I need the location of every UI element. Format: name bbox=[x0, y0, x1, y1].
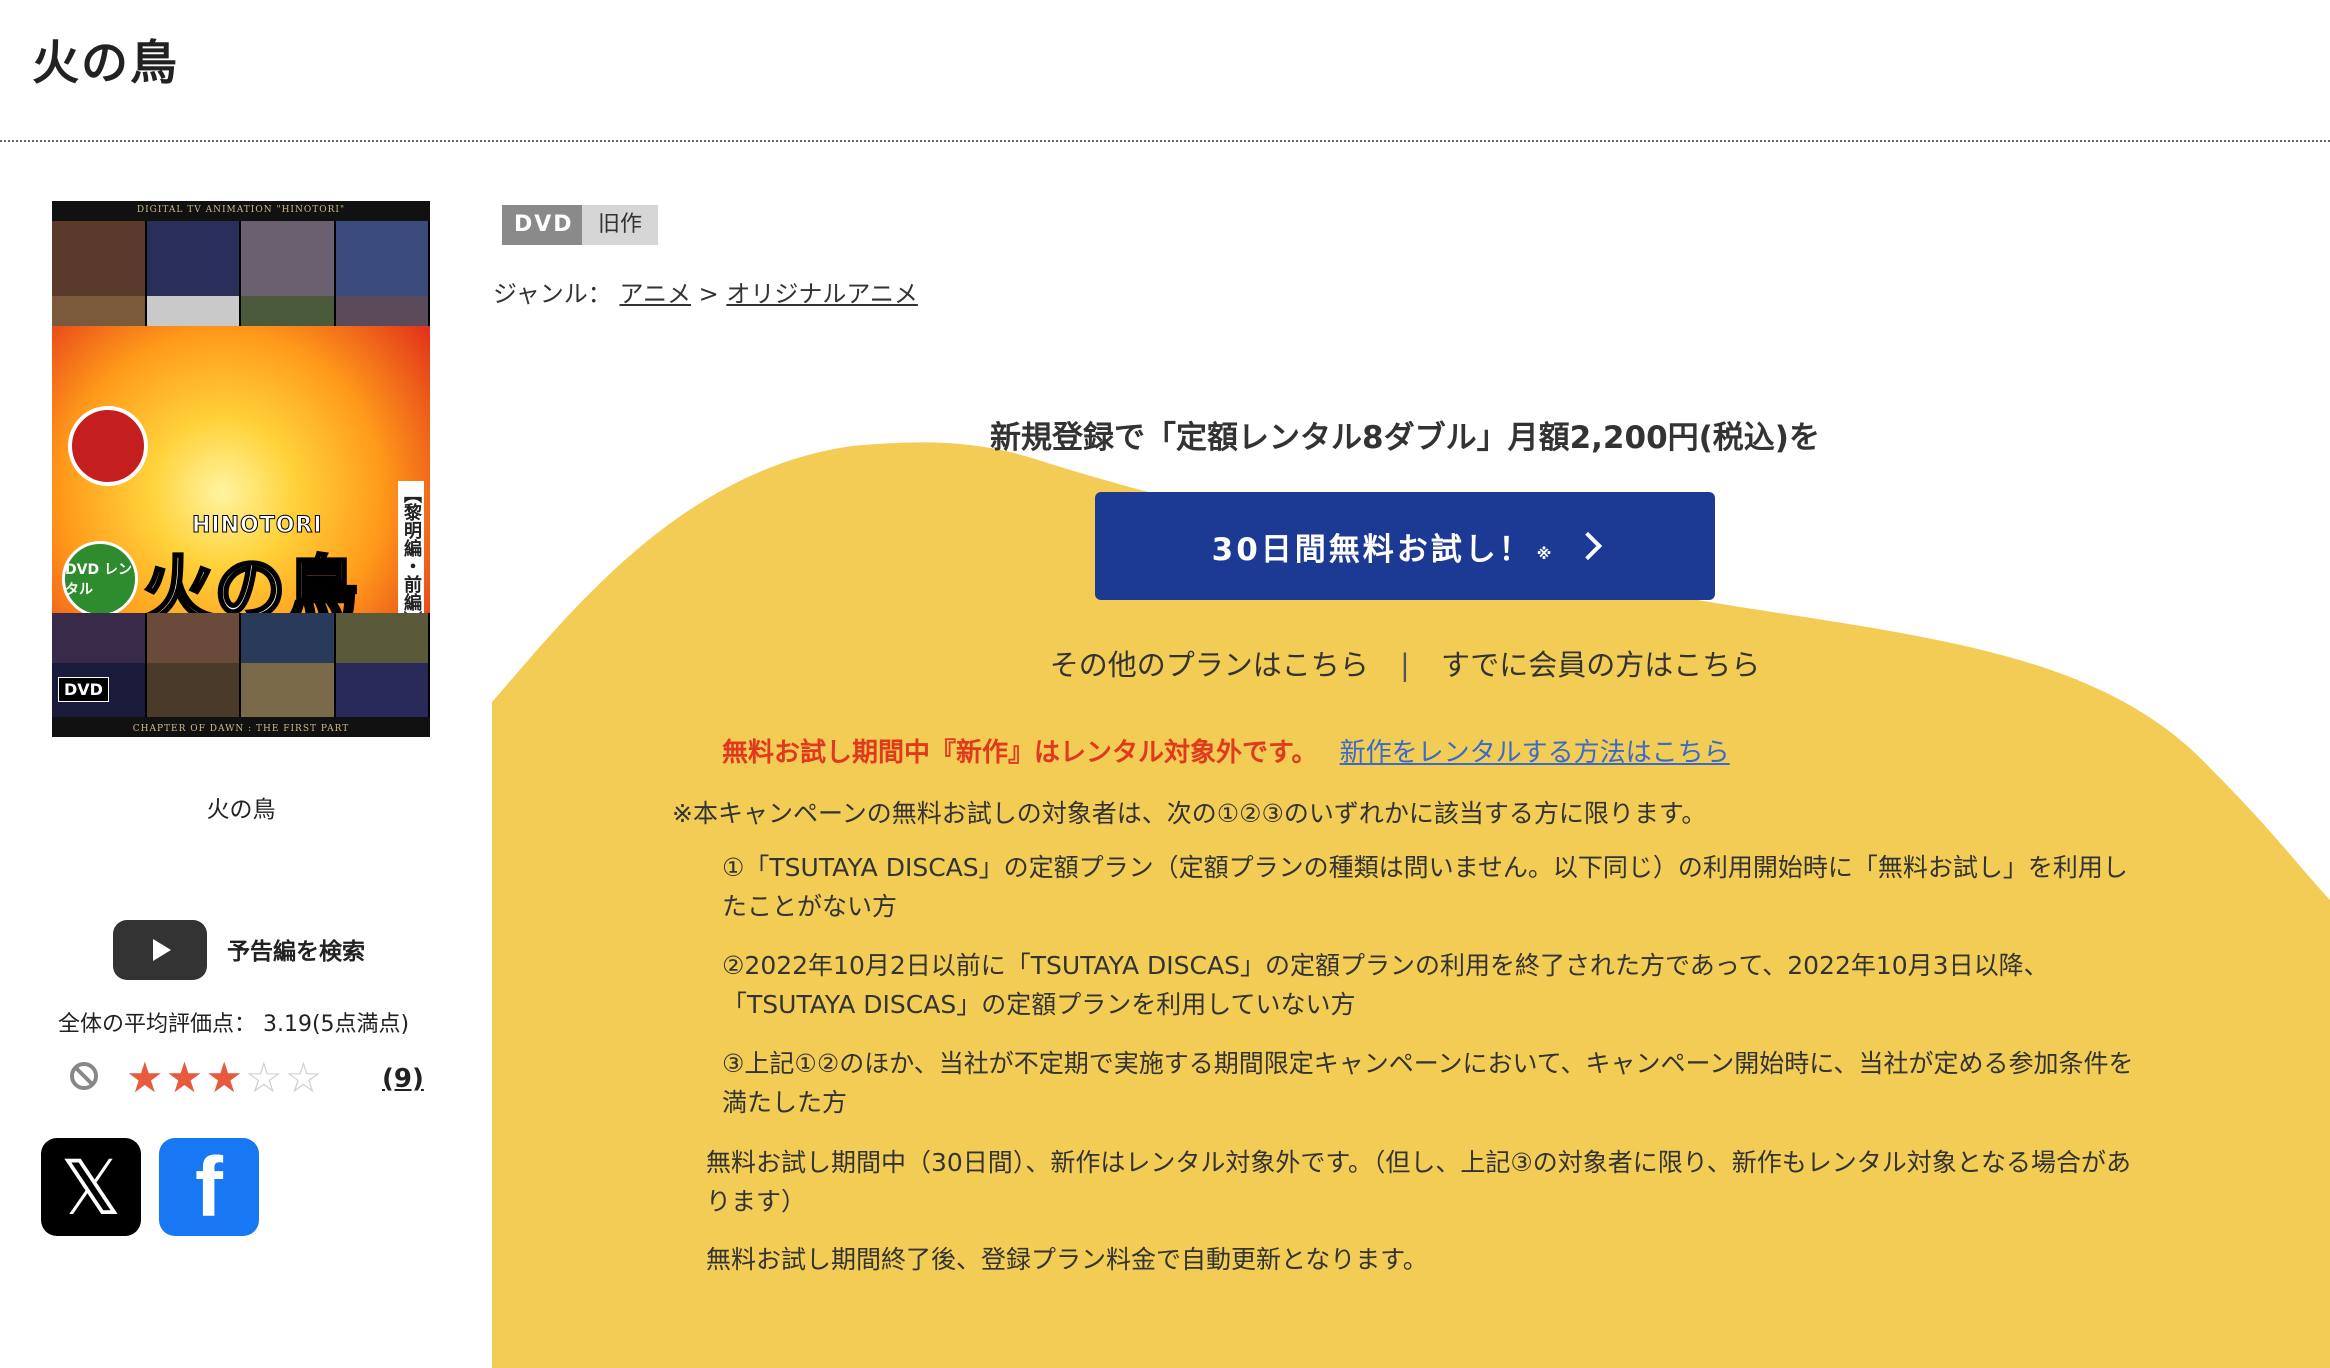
genre-link-anime[interactable]: アニメ bbox=[619, 280, 691, 308]
phoenix-emblem-icon bbox=[68, 406, 148, 486]
dvd-logo-icon: DVD bbox=[58, 677, 109, 702]
star-icon[interactable]: ☆ bbox=[245, 1054, 283, 1102]
condition-item-3: ③上記①②のほか、当社が不定期で実施する期間限定キャンペーンにおいて、キャンペー… bbox=[722, 1049, 2134, 1117]
star-icon[interactable]: ☆ bbox=[285, 1054, 323, 1102]
page-title: 火の鳥 bbox=[32, 36, 179, 91]
condition-item-2: ②2022年10月2日以前に「TSUTAYA DISCAS」の定額プランの利用を… bbox=[722, 951, 2049, 1019]
status-tag: 旧作 bbox=[582, 205, 658, 245]
cover-strip-top bbox=[52, 221, 430, 301]
new-release-warning: 無料お試し期間中『新作』はレンタル対象外です。 新作をレンタルする方法はこちら bbox=[722, 732, 1730, 769]
cover-image[interactable]: DIGITAL TV ANIMATION "HINOTORI" 【黎明編・前編】… bbox=[52, 201, 430, 737]
facebook-share-button[interactable]: f bbox=[159, 1138, 259, 1236]
condition-item-1: ①「TSUTAYA DISCAS」の定額プラン（定額プランの種類は問いません。以… bbox=[722, 853, 2128, 921]
members-link[interactable]: すでに会員の方はこちら bbox=[1441, 648, 1760, 682]
rental-badge: DVD レンタル bbox=[62, 541, 138, 617]
genre-breadcrumb: ジャンル： アニメ > オリジナルアニメ bbox=[493, 274, 918, 309]
x-logo-icon: 𝕏 bbox=[60, 1142, 122, 1232]
review-count-link[interactable]: (9) bbox=[382, 1064, 424, 1094]
cover-caption: 火の鳥 bbox=[206, 797, 276, 823]
facebook-logo-icon: f bbox=[195, 1140, 223, 1234]
trailer-play-button[interactable] bbox=[113, 920, 207, 980]
note-mark: ※ bbox=[1536, 545, 1555, 563]
star-icon[interactable]: ★ bbox=[205, 1054, 243, 1102]
chevron-right-icon bbox=[1574, 531, 1603, 561]
free-trial-button[interactable]: 30日間無料お試し！ ※ bbox=[1095, 492, 1715, 600]
plan-links: その他のプランはこちら | すでに会員の方はこちら bbox=[492, 642, 2318, 684]
divider bbox=[0, 140, 2330, 142]
x-share-button[interactable]: 𝕏 bbox=[41, 1138, 141, 1236]
cover-subtitle: 【黎明編・前編】 bbox=[398, 481, 424, 633]
conditions-intro: ※本キャンペーンの無料お試しの対象者は、次の①②③のいずれかに該当する方に限りま… bbox=[672, 799, 1707, 828]
genre-link-original-anime[interactable]: オリジナルアニメ bbox=[726, 280, 918, 308]
trial-note-2: 無料お試し期間終了後、登録プラン料金で自動更新となります。 bbox=[706, 1245, 1428, 1274]
other-plans-link[interactable]: その他のプランはこちら bbox=[1050, 648, 1369, 682]
plan-separator: | bbox=[1399, 648, 1410, 682]
format-tag: DVD bbox=[502, 205, 582, 245]
play-icon bbox=[153, 939, 171, 961]
trailer-search-link[interactable]: 予告編を検索 bbox=[227, 932, 365, 966]
star-icon[interactable]: ★ bbox=[166, 1054, 204, 1102]
star-icon[interactable]: ★ bbox=[126, 1054, 164, 1102]
warning-text: 無料お試し期間中『新作』はレンタル対象外です。 bbox=[722, 738, 1318, 768]
new-release-rental-link[interactable]: 新作をレンタルする方法はこちら bbox=[1340, 738, 1730, 768]
cover-top-text: DIGITAL TV ANIMATION "HINOTORI" bbox=[136, 205, 346, 215]
genre-separator: > bbox=[698, 280, 719, 308]
cover-bottom-text: CHAPTER OF DAWN : THE FIRST PART bbox=[132, 724, 350, 734]
cover-strip-bottom bbox=[52, 613, 430, 663]
trial-note-1: 無料お試し期間中（30日間）、新作はレンタル対象外です。（但し、上記③の対象者に… bbox=[706, 1148, 2131, 1216]
genre-label: ジャンル： bbox=[493, 280, 612, 308]
star-rating[interactable]: ★ ★ ★ ☆ ☆ bbox=[126, 1054, 322, 1102]
free-trial-label: 30日間無料お試し！ bbox=[1211, 531, 1533, 568]
promo-headline: 新規登録で「定額レンタル8ダブル」月額2,200円(税込)を bbox=[990, 420, 1820, 456]
average-rating: 全体の平均評価点： 3.19(5点満点) bbox=[58, 1012, 410, 1037]
prohibited-icon[interactable] bbox=[70, 1062, 98, 1090]
